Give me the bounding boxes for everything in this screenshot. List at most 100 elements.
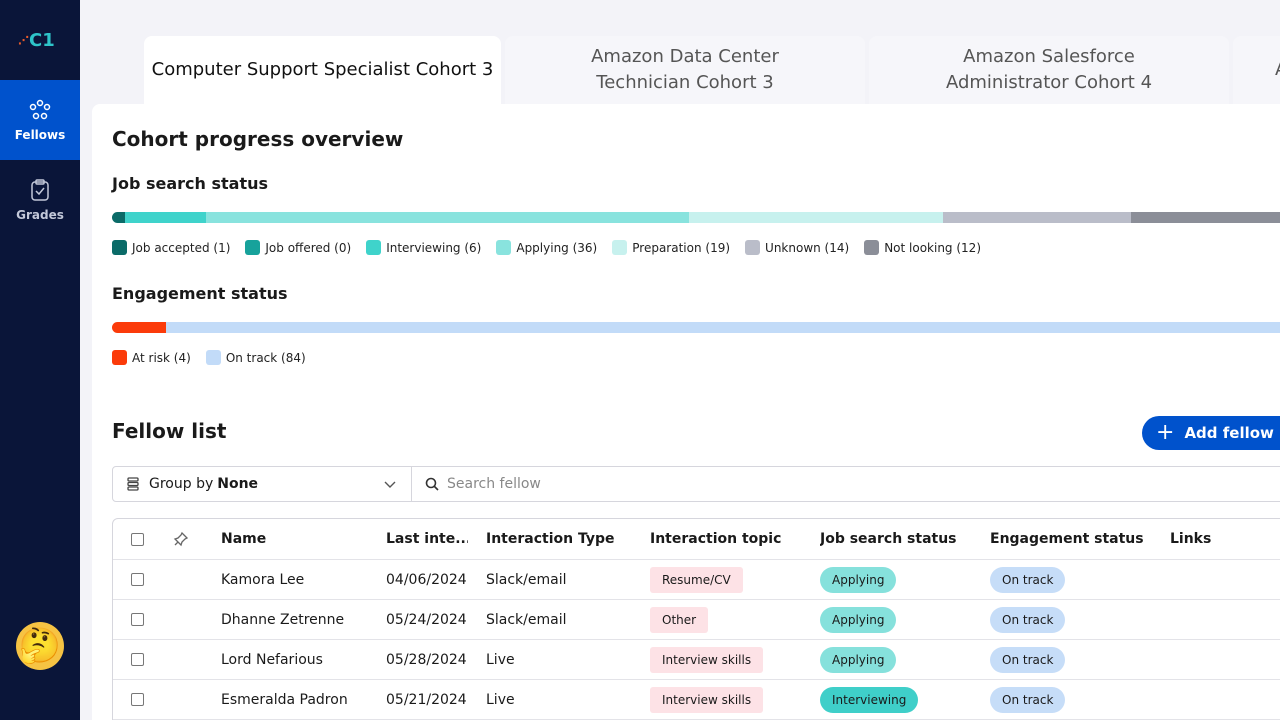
pin-icon[interactable] <box>173 531 189 547</box>
header-interaction-topic[interactable]: Interaction topic <box>650 519 781 559</box>
legend-item: Unknown (14) <box>745 240 849 255</box>
header-last-interaction[interactable]: Last inte... <box>386 519 468 559</box>
tab-cohort-1[interactable]: Computer Support Specialist Cohort 3 <box>144 36 501 104</box>
tab-cohort-3[interactable]: Amazon Salesforce Administrator Cohort 4 <box>869 36 1229 104</box>
legend-swatch <box>112 240 127 255</box>
fellow-name[interactable]: Kamora Lee <box>221 560 304 599</box>
legend-label: At risk (4) <box>132 350 191 365</box>
plus-icon: + <box>1156 420 1175 445</box>
legend-label: Preparation (19) <box>632 240 731 255</box>
legend-item: Job accepted (1) <box>112 240 230 255</box>
group-icon <box>127 477 139 491</box>
nav-item-grades[interactable]: Grades <box>0 160 80 240</box>
header-job-search-status[interactable]: Job search status <box>820 519 957 559</box>
select-all-checkbox[interactable] <box>131 532 144 546</box>
fellow-table: Name Last inte... Interaction Type Inter… <box>112 518 1280 720</box>
search-icon <box>425 477 439 491</box>
fellow-name[interactable]: Lord Nefarious <box>221 640 323 679</box>
row-checkbox[interactable] <box>131 693 144 706</box>
engagement-status-badge: On track <box>990 646 1066 673</box>
tab-cohort-2[interactable]: Amazon Data Center Technician Cohort 3 <box>505 36 865 104</box>
last-interaction-date: 04/06/2024 <box>386 571 467 588</box>
legend-item: Not looking (12) <box>864 240 981 255</box>
legend-label: On track (84) <box>225 350 306 365</box>
legend-swatch <box>366 240 382 255</box>
nav-item-fellows[interactable]: Fellows <box>0 80 80 160</box>
legend-item: Job offered (0) <box>245 240 351 255</box>
app-logo[interactable]: ⋰ C1 <box>18 28 64 52</box>
clipboard-check-icon <box>31 179 49 201</box>
bar-segment <box>1131 212 1280 223</box>
engagement-status-badge: On track <box>990 606 1066 633</box>
last-interaction-date: 05/24/2024 <box>386 611 467 628</box>
legend-item: Preparation (19) <box>612 240 730 255</box>
bar-segment <box>125 212 206 223</box>
bar-segment <box>165 322 1280 333</box>
add-fellow-update-button[interactable]: + Add fellow up <box>1142 416 1280 450</box>
table-row[interactable]: Lord Nefarious 05/28/2024 Live Interview sk… <box>113 640 1280 680</box>
search-input[interactable] <box>447 476 1147 492</box>
user-avatar[interactable]: 🤔 <box>16 622 64 670</box>
engagement-status-badge: On track <box>990 566 1066 593</box>
tab-cohort-4[interactable]: A <box>1233 36 1280 104</box>
legend-swatch <box>245 240 261 255</box>
people-icon <box>29 99 51 120</box>
legend-label: Job offered (0) <box>265 240 352 255</box>
last-interaction-date: 05/28/2024 <box>386 651 467 668</box>
interaction-topic-tag: Interview skills <box>650 686 764 713</box>
job-status-title: Job search status <box>112 174 269 193</box>
job-status-badge: Applying <box>820 646 897 673</box>
engagement-status-bar <box>112 322 1280 333</box>
group-by-label: Group by <box>149 476 214 492</box>
search-box <box>411 466 1280 502</box>
interaction-topic-tag: Interview skills <box>650 646 764 673</box>
job-status-bar <box>112 212 1280 223</box>
header-engagement-status[interactable]: Engagement status <box>990 519 1144 559</box>
interaction-topic-tag: Resume/CV <box>650 566 743 593</box>
row-checkbox[interactable] <box>131 613 144 626</box>
nav-label-grades: Grades <box>16 208 64 222</box>
header-links[interactable]: Links <box>1170 519 1211 559</box>
job-status-legend: Job accepted (1) Job offered (0) Interview… <box>112 240 996 255</box>
bar-segment <box>205 212 689 223</box>
interaction-type: Live <box>486 691 515 708</box>
row-checkbox[interactable] <box>131 653 144 666</box>
group-by-select[interactable]: Group by None <box>112 466 412 502</box>
engagement-status-title: Engagement status <box>112 284 288 303</box>
legend-label: Interviewing (6) <box>386 240 482 255</box>
fellow-name[interactable]: Dhanne Zetrenne <box>221 600 344 639</box>
interaction-type: Live <box>486 651 515 668</box>
legend-item: On track (84) <box>205 350 306 365</box>
nav-label-fellows: Fellows <box>14 128 66 142</box>
row-checkbox[interactable] <box>131 573 144 586</box>
legend-swatch <box>864 240 880 255</box>
interaction-type: Slack/email <box>486 611 567 628</box>
job-status-badge: Interviewing <box>820 686 919 713</box>
engagement-status-badge: On track <box>990 686 1066 713</box>
table-header-row: Name Last inte... Interaction Type Inter… <box>113 519 1280 560</box>
legend-swatch <box>112 350 127 365</box>
group-by-value: None <box>217 476 259 492</box>
table-row[interactable]: Dhanne Zetrenne 05/24/2024 Slack/email Othe… <box>113 600 1280 640</box>
engagement-status-legend: At risk (4) On track (84) <box>112 350 321 365</box>
table-row[interactable]: Esmeralda Padron 05/21/2024 Live Interview … <box>113 680 1280 720</box>
interaction-type: Slack/email <box>486 571 567 588</box>
last-interaction-date: 05/21/2024 <box>386 691 467 708</box>
table-row[interactable]: Kamora Lee 04/06/2024 Slack/email Resume/CV… <box>113 560 1280 600</box>
job-status-badge: Applying <box>820 566 897 593</box>
sidebar: ⋰ C1 Fellows Grades 🤔 <box>0 0 80 720</box>
bar-segment <box>112 322 166 333</box>
header-interaction-type[interactable]: Interaction Type <box>486 519 615 559</box>
legend-label: Not looking (12) <box>884 240 981 255</box>
legend-item: Applying (36) <box>496 240 597 255</box>
legend-swatch <box>612 240 628 255</box>
legend-label: Unknown (14) <box>765 240 850 255</box>
bar-segment <box>943 212 1132 223</box>
legend-swatch <box>745 240 761 255</box>
fellow-list-title: Fellow list <box>112 419 227 443</box>
legend-label: Applying (36) <box>516 240 598 255</box>
fellow-name[interactable]: Esmeralda Padron <box>221 680 348 719</box>
header-name[interactable]: Name <box>221 519 266 559</box>
legend-swatch <box>205 350 221 365</box>
legend-item: At risk (4) <box>112 350 191 365</box>
